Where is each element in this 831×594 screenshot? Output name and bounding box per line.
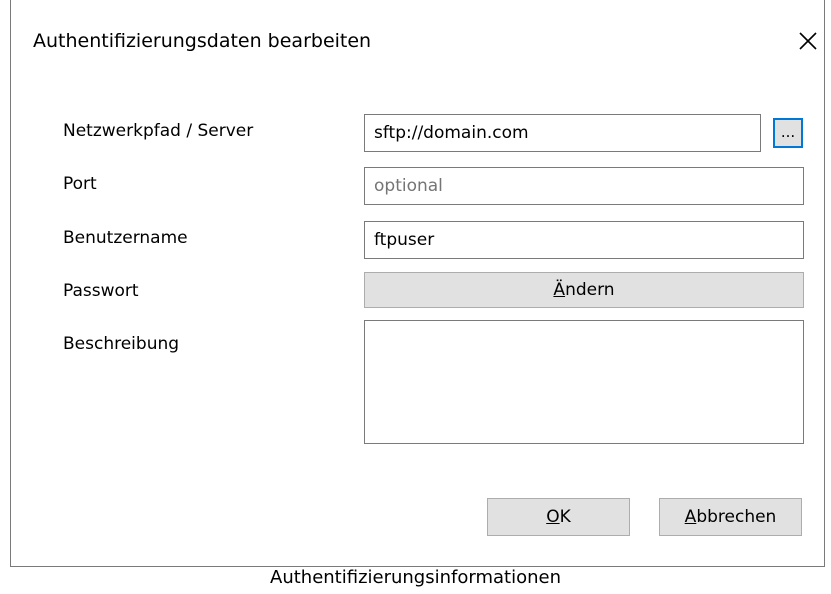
change-mnemonic: Ä [553,280,566,300]
change-password-button[interactable]: Ändern [364,272,804,308]
close-button[interactable] [793,26,823,56]
cancel-label-rest: bbrechen [696,507,777,527]
description-textarea[interactable] [364,320,804,444]
browse-button[interactable]: ... [773,118,803,148]
edit-credentials-dialog: Authentifizierungsdaten bearbeiten Netzw… [10,0,825,567]
username-label: Benutzername [63,228,188,248]
cancel-button[interactable]: Abbrechen [659,498,802,536]
description-label: Beschreibung [63,334,180,354]
port-label: Port [63,174,97,194]
cancel-mnemonic: A [684,507,697,527]
figure-caption: Authentifizierungsinformationen [270,567,561,588]
username-input[interactable] [364,221,804,259]
port-input[interactable] [364,167,804,205]
ok-button[interactable]: OK [487,498,630,536]
dialog-title: Authentifizierungsdaten bearbeiten [33,30,372,52]
change-label-rest: ndern [565,280,615,300]
server-label: Netzwerkpfad / Server [63,121,254,141]
close-icon [799,32,817,50]
server-input[interactable] [364,114,761,152]
password-label: Passwort [63,281,139,301]
ok-label-rest: K [559,507,571,527]
ok-mnemonic: O [546,507,560,527]
